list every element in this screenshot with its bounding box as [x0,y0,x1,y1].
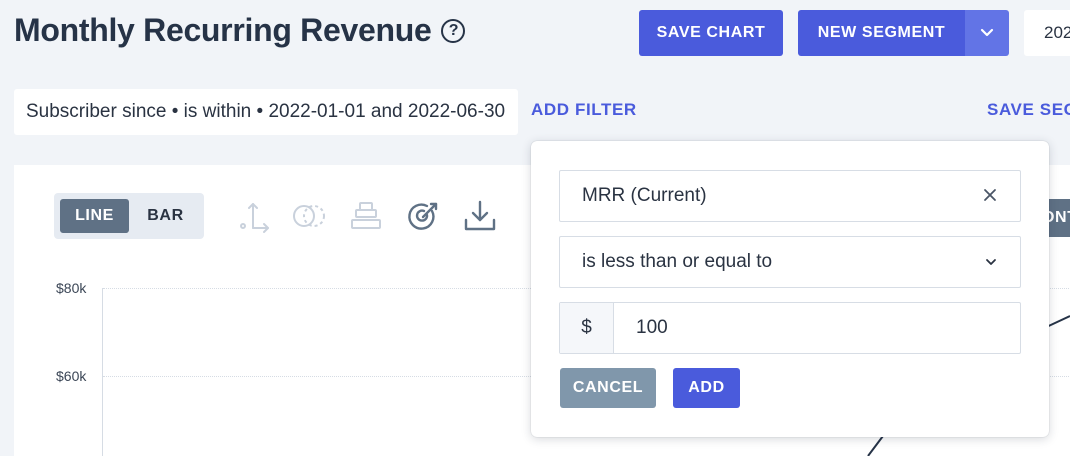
value-input[interactable]: 100 [614,317,668,339]
metric-select-value: MRR (Current) [582,185,707,206]
operator-select[interactable]: is less than or equal to [559,236,1021,288]
value-input-group: $ 100 [559,302,1021,354]
currency-prefix: $ [560,303,614,353]
metric-select[interactable]: MRR (Current) [559,170,1021,222]
close-icon[interactable] [980,185,1000,205]
filter-popover: MRR (Current) is less than or equal to $… [531,141,1049,437]
add-button[interactable]: ADD [673,368,740,408]
chevron-down-icon [986,259,996,265]
operator-select-value: is less than or equal to [582,251,773,272]
cancel-button[interactable]: CANCEL [560,368,656,408]
